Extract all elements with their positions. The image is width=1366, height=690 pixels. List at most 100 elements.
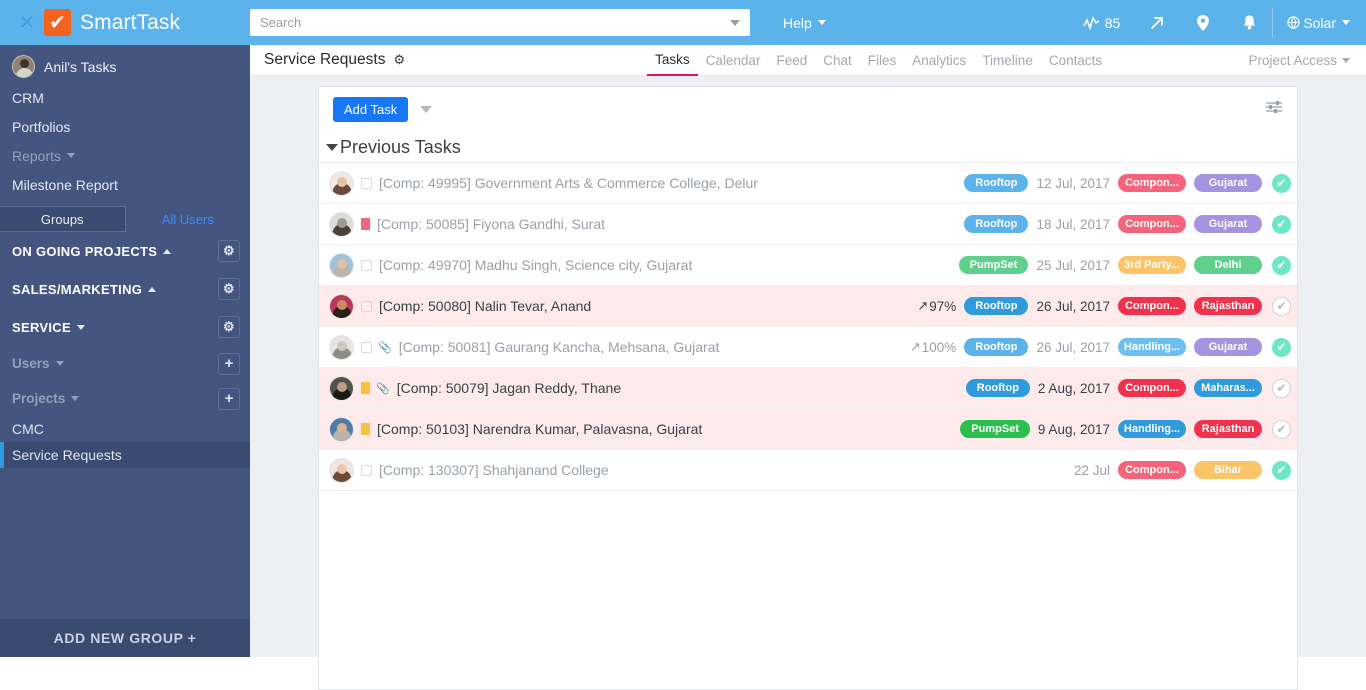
trend-arrow-icon[interactable] xyxy=(1134,0,1180,45)
task-complete-toggle[interactable]: ✔ xyxy=(1272,214,1291,234)
sidebar-group-sales-marketing[interactable]: SALES/MARKETING ⚙ xyxy=(0,270,250,308)
task-complete-toggle[interactable]: ✔ xyxy=(1272,296,1291,316)
search-input[interactable] xyxy=(260,9,724,36)
task-due-date[interactable]: 2 Aug, 2017 xyxy=(1038,381,1110,396)
priority-flag[interactable] xyxy=(361,423,370,435)
sidebar-item-service-requests[interactable]: Service Requests xyxy=(0,442,250,468)
tab-analytics[interactable]: Analytics xyxy=(904,45,974,76)
tab-files[interactable]: Files xyxy=(860,45,905,76)
priority-flag[interactable] xyxy=(361,382,370,394)
task-type-badge[interactable]: Rooftop xyxy=(965,379,1030,397)
gear-icon[interactable]: ⚙ xyxy=(218,316,240,338)
tab-chat[interactable]: Chat xyxy=(815,45,860,76)
sidebar-group-service[interactable]: SERVICE ⚙ xyxy=(0,308,250,346)
sidebar-item-reports[interactable]: Reports xyxy=(0,141,250,170)
sidebar-subsection-users[interactable]: Users + xyxy=(0,346,250,381)
tab-all-users[interactable]: All Users xyxy=(126,206,251,232)
activity-score[interactable]: 85 xyxy=(1069,15,1135,31)
section-previous-tasks[interactable]: Previous Tasks xyxy=(319,132,1297,163)
tab-feed[interactable]: Feed xyxy=(768,45,815,76)
task-title[interactable]: [Comp: 50080] Nalin Tevar, Anand xyxy=(379,298,591,314)
table-row[interactable]: 📎 [Comp: 50079] Jagan Reddy, Thane Rooftop… xyxy=(319,368,1297,409)
tab-calendar[interactable]: Calendar xyxy=(698,45,769,76)
gear-icon[interactable]: ⚙ xyxy=(393,52,405,68)
task-due-date[interactable]: 9 Aug, 2017 xyxy=(1038,422,1110,437)
task-region-badge[interactable]: Gujarat xyxy=(1194,338,1262,356)
task-category-badge[interactable]: Handling... xyxy=(1118,338,1186,356)
add-task-button[interactable]: Add Task xyxy=(333,97,409,122)
table-row[interactable]: 📎 [Comp: 50081] Gaurang Kancha, Mehsana, … xyxy=(319,327,1297,368)
help-menu[interactable]: Help xyxy=(783,15,826,31)
task-complete-toggle[interactable]: ✔ xyxy=(1272,460,1291,480)
gear-icon[interactable]: ⚙ xyxy=(218,278,240,300)
plus-icon[interactable]: + xyxy=(218,352,240,375)
map-pin-icon[interactable] xyxy=(1180,0,1226,45)
task-complete-toggle[interactable]: ✔ xyxy=(1272,255,1291,275)
task-category-badge[interactable]: Compon... xyxy=(1118,215,1186,233)
task-checkbox[interactable] xyxy=(361,300,372,312)
table-row[interactable]: [Comp: 49995] Government Arts & Commerce… xyxy=(319,163,1297,204)
task-title[interactable]: [Comp: 50079] Jagan Reddy, Thane xyxy=(397,380,621,396)
task-due-date[interactable]: 26 Jul, 2017 xyxy=(1036,340,1110,355)
task-category-badge[interactable]: 3rd Party... xyxy=(1118,256,1186,274)
chevron-down-icon[interactable] xyxy=(326,143,338,151)
task-type-badge[interactable]: PumpSet xyxy=(958,256,1029,274)
task-category-badge[interactable]: Compon... xyxy=(1118,461,1186,479)
task-category-badge[interactable]: Compon... xyxy=(1118,297,1186,315)
task-checkbox[interactable] xyxy=(361,177,372,189)
priority-flag[interactable] xyxy=(361,218,370,230)
task-complete-toggle[interactable]: ✔ xyxy=(1272,419,1291,439)
task-due-date[interactable]: 25 Jul, 2017 xyxy=(1036,258,1110,273)
task-complete-toggle[interactable]: ✔ xyxy=(1272,337,1291,357)
task-complete-toggle[interactable]: ✔ xyxy=(1272,173,1291,193)
project-access-menu[interactable]: Project Access xyxy=(1248,53,1350,68)
task-title[interactable]: [Comp: 49970] Madhu Singh, Science city,… xyxy=(379,257,692,273)
task-title[interactable]: [Comp: 130307] Shahjanand College xyxy=(379,462,609,478)
task-region-badge[interactable]: Rajasthan xyxy=(1194,297,1262,315)
table-row[interactable]: [Comp: 50085] Fiyona Gandhi, Surat Roofto… xyxy=(319,204,1297,245)
plus-icon[interactable]: + xyxy=(218,387,240,410)
task-due-date[interactable]: 26 Jul, 2017 xyxy=(1036,299,1110,314)
task-due-date[interactable]: 22 Jul xyxy=(1074,463,1110,478)
tab-groups[interactable]: Groups xyxy=(0,206,126,232)
task-title[interactable]: [Comp: 50085] Fiyona Gandhi, Surat xyxy=(377,216,605,232)
task-region-badge[interactable]: Rajasthan xyxy=(1194,420,1262,438)
add-new-group-button[interactable]: ADD NEW GROUP + xyxy=(0,619,250,657)
table-row[interactable]: [Comp: 130307] Shahjanand College 22 Jul C… xyxy=(319,450,1297,491)
search-dropdown-icon[interactable] xyxy=(730,19,740,26)
task-type-badge[interactable]: Rooftop xyxy=(964,338,1029,356)
task-checkbox[interactable] xyxy=(361,464,372,476)
global-search[interactable] xyxy=(250,9,750,36)
task-complete-toggle[interactable]: ✔ xyxy=(1272,378,1291,398)
chevron-down-icon[interactable] xyxy=(420,106,433,113)
gear-icon[interactable]: ⚙ xyxy=(218,240,240,262)
sliders-filter-icon[interactable] xyxy=(1265,100,1283,119)
task-category-badge[interactable]: Compon... xyxy=(1118,379,1186,397)
task-type-badge[interactable]: Rooftop xyxy=(964,297,1029,315)
task-due-date[interactable]: 18 Jul, 2017 xyxy=(1036,217,1110,232)
task-region-badge[interactable]: Bihar xyxy=(1194,461,1262,479)
task-due-date[interactable]: 12 Jul, 2017 xyxy=(1036,176,1110,191)
sidebar-item-portfolios[interactable]: Portfolios xyxy=(0,112,250,141)
task-title[interactable]: [Comp: 50081] Gaurang Kancha, Mehsana, G… xyxy=(399,339,720,355)
task-title[interactable]: [Comp: 50103] Narendra Kumar, Palavasna,… xyxy=(377,421,702,437)
table-row[interactable]: [Comp: 49970] Madhu Singh, Science city,… xyxy=(319,245,1297,286)
task-region-badge[interactable]: Maharas... xyxy=(1194,379,1262,397)
sidebar-item-cmc[interactable]: CMC xyxy=(0,416,250,442)
task-category-badge[interactable]: Handling... xyxy=(1118,420,1186,438)
user-menu[interactable]: Solar xyxy=(1273,15,1366,31)
task-region-badge[interactable]: Delhi xyxy=(1194,256,1262,274)
tab-contacts[interactable]: Contacts xyxy=(1041,45,1110,76)
task-type-badge[interactable]: Rooftop xyxy=(964,174,1029,192)
table-row[interactable]: [Comp: 50080] Nalin Tevar, Anand ↗ 97% Roof… xyxy=(319,286,1297,327)
tab-timeline[interactable]: Timeline xyxy=(974,45,1041,76)
sidebar-item-milestone-report[interactable]: Milestone Report xyxy=(0,170,250,199)
table-row[interactable]: [Comp: 50103] Narendra Kumar, Palavasna,… xyxy=(319,409,1297,450)
task-type-badge[interactable]: Rooftop xyxy=(964,215,1029,233)
tab-tasks[interactable]: Tasks xyxy=(647,45,698,76)
sidebar-subsection-projects[interactable]: Projects + xyxy=(0,381,250,416)
sidebar-item-my-tasks[interactable]: Anil's Tasks xyxy=(0,50,250,83)
task-checkbox[interactable] xyxy=(361,341,372,353)
task-category-badge[interactable]: Compon... xyxy=(1118,174,1186,192)
x-icon[interactable]: ✕ xyxy=(10,13,44,33)
